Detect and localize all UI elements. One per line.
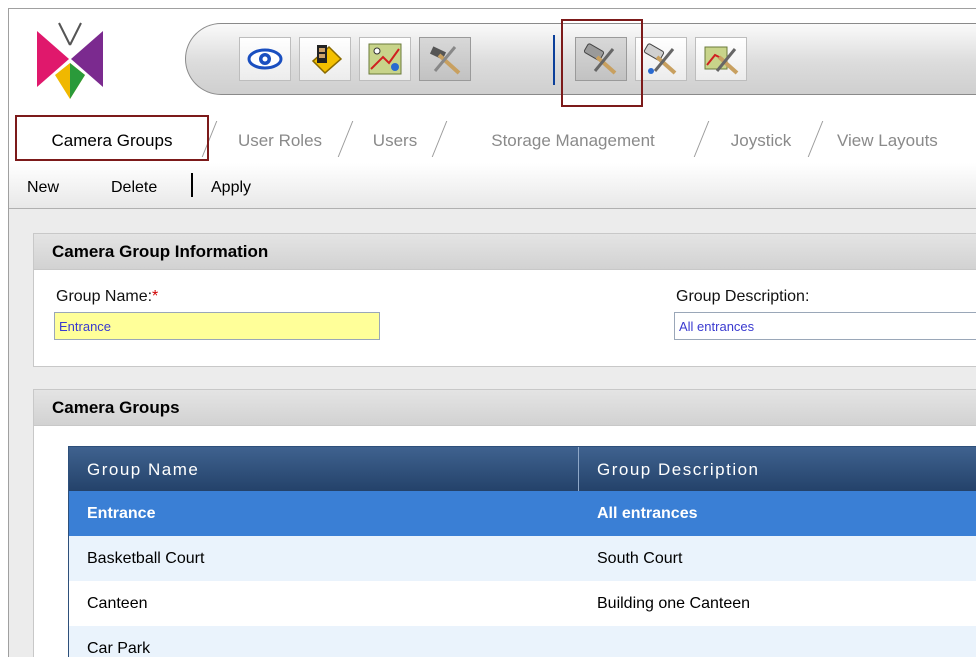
apply-button[interactable]: Apply [211, 179, 251, 197]
tab-view-layouts[interactable]: View Layouts [807, 121, 973, 161]
selected-tool-highlight [561, 19, 643, 107]
camera-group-info-panel: Camera Group Information Group Name:* En… [33, 233, 976, 367]
table-row[interactable]: Car Park [69, 626, 976, 657]
new-button[interactable]: New [27, 179, 59, 197]
tab-label: User Roles [237, 131, 323, 150]
tab-joystick[interactable]: Joystick [693, 121, 813, 161]
group-description-field[interactable]: All entrances [674, 312, 976, 340]
toolbar-divider [553, 35, 555, 85]
group-name-label-text: Group Name: [56, 288, 153, 305]
panel-title: Camera Groups [34, 390, 976, 426]
group-name-field[interactable]: Entrance [54, 312, 380, 340]
playback-button[interactable] [299, 37, 351, 81]
content-area: Camera Group Information Group Name:* En… [9, 209, 976, 657]
eye-icon [247, 48, 283, 70]
map-button[interactable] [359, 37, 411, 81]
delete-button[interactable]: Delete [111, 179, 157, 197]
table-header: Group Name Group Description [69, 447, 976, 491]
cell-group-description: Building one Canteen [597, 595, 751, 612]
tab-users[interactable]: Users [337, 121, 437, 161]
group-description-label: Group Description: [676, 288, 810, 305]
required-marker: * [152, 288, 159, 305]
table-row[interactable]: Entrance All entrances [69, 491, 976, 536]
camera-groups-panel: Camera Groups Group Name Group Descripti… [33, 389, 976, 657]
column-header-group-description[interactable]: Group Description [579, 447, 760, 491]
camera-groups-table: Group Name Group Description Entrance Al… [68, 446, 976, 657]
table-row[interactable]: Basketball Court South Court [69, 536, 976, 581]
cell-group-name: Canteen [87, 595, 148, 612]
tab-label: View Layouts [837, 131, 938, 150]
tab-label: Storage Management [491, 131, 655, 150]
cell-group-description [579, 626, 597, 657]
action-bar: New Delete Apply [9, 163, 976, 209]
banner [9, 9, 976, 109]
cell-group-description: All entrances [597, 505, 698, 522]
column-header-group-name[interactable]: Group Name [69, 447, 579, 491]
app-window: Camera Groups User Roles Users Storage M… [8, 8, 976, 657]
tab-label: Joystick [730, 131, 792, 150]
cell-group-name: Basketball Court [87, 550, 205, 567]
tab-user-roles[interactable]: User Roles [201, 121, 343, 161]
monitor-view-button[interactable] [239, 37, 291, 81]
map-tools-icon [704, 46, 739, 75]
cell-group-name: Car Park [87, 640, 151, 657]
tab-storage-management[interactable]: Storage Management [431, 121, 699, 161]
panel-title: Camera Group Information [34, 234, 976, 270]
active-tab-highlight [15, 115, 209, 161]
app-logo [37, 22, 103, 99]
group-name-label: Group Name:* [56, 288, 158, 306]
tools-icon [429, 46, 461, 75]
action-divider [191, 173, 193, 197]
film-tag-icon [311, 45, 343, 75]
map-route-icon [368, 43, 402, 75]
configuration-button[interactable] [419, 37, 471, 81]
table-row[interactable]: Canteen Building one Canteen [69, 581, 976, 626]
map-setup-button[interactable] [695, 37, 747, 81]
cell-group-description: South Court [597, 550, 683, 567]
tab-label: Users [372, 131, 418, 150]
cell-group-name: Entrance [87, 505, 156, 522]
camera-tools-alt-icon [643, 43, 677, 75]
